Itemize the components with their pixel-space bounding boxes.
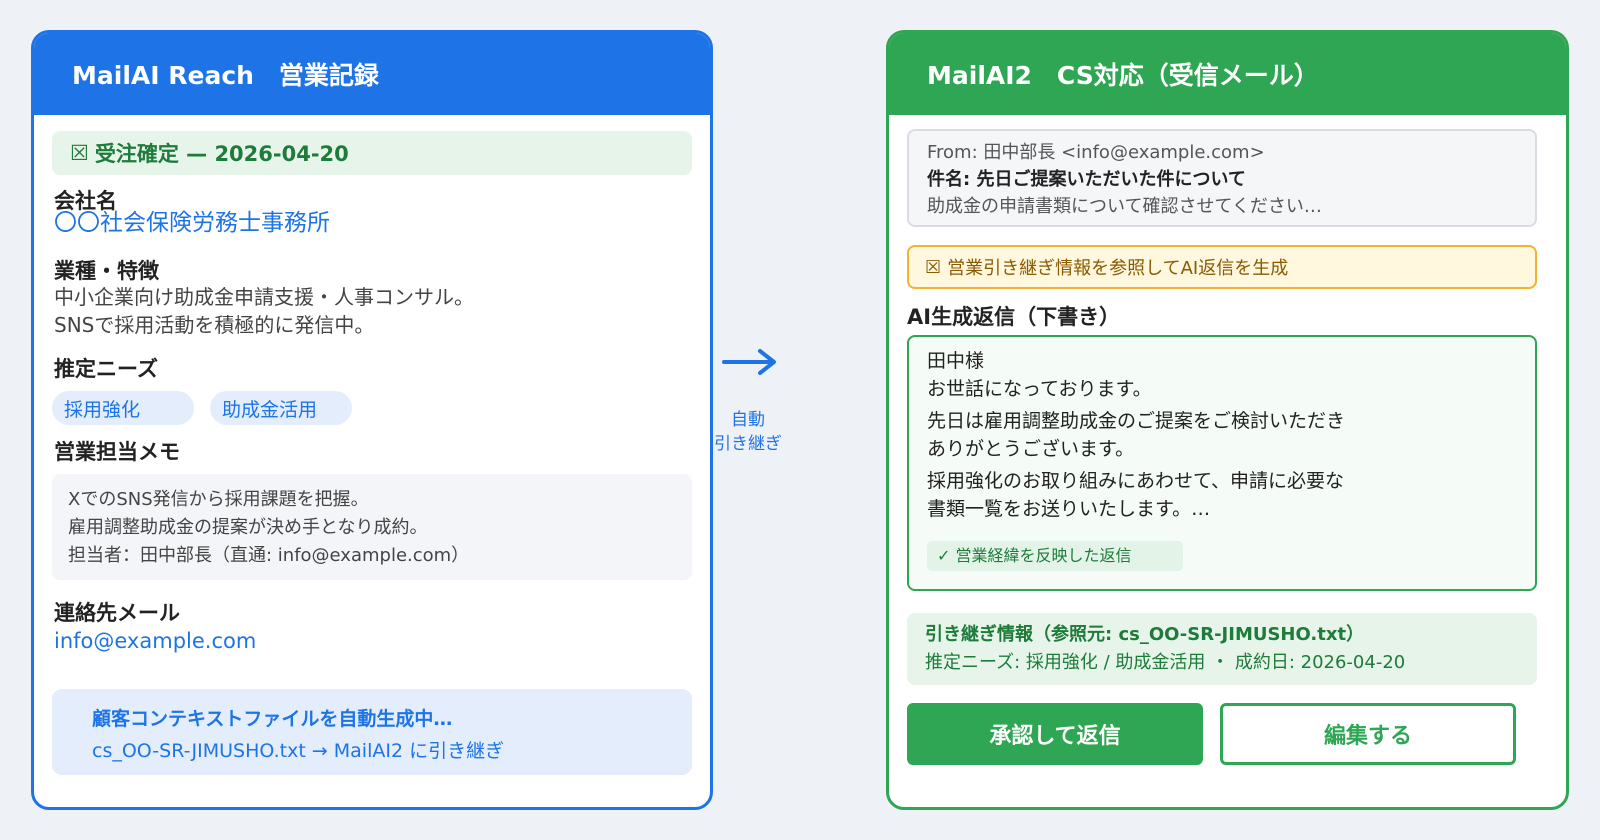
memo-line: XでのSNS発信から採用課題を把握。 (68, 489, 369, 510)
handoff-detail: 推定ニーズ: 採用強化 / 助成金活用 ・ 成約日: 2026-04-20 (925, 652, 1406, 673)
auto-handoff-line-1: 自動 (731, 410, 765, 430)
edit-button[interactable]: 編集する (1220, 703, 1516, 765)
draft-line: 先日は雇用調整助成金のご提案をご検討いただき (927, 410, 1346, 432)
handoff-title: 引き継ぎ情報（参照元: cs_OO-SR-JIMUSHO.txt） (925, 624, 1365, 645)
cs-support-card: MailAI2 CS対応（受信メール） From: 田中部長 <info@exa… (886, 30, 1569, 810)
memo-label: 営業担当メモ (54, 440, 180, 464)
draft-line: 田中様 (927, 350, 985, 372)
order-status-text: 受注確定 — 2026-04-20 (94, 142, 349, 166)
context-reflected-badge: ✓ 営業経緯を反映した返信 (927, 541, 1183, 571)
memo-line: 担当者：田中部長（直通: info@example.com） (68, 545, 470, 566)
auto-handoff-line-2: 引き継ぎ (714, 434, 782, 454)
industry-line-2: SNSで採用活動を積極的に発信中。 (54, 313, 375, 337)
ai-reference-text: 営業引き継ぎ情報を参照してAI返信を生成 (947, 258, 1289, 279)
auto-handoff-label: 自動 引き継ぎ (705, 408, 791, 456)
draft-line: 書類一覧をお送りいたします。… (927, 498, 1211, 520)
generation-detail: cs_OO-SR-JIMUSHO.txt → MailAI2 に引き継ぎ (92, 740, 505, 762)
order-status-banner: ☒ 受注確定 — 2026-04-20 (52, 131, 692, 175)
context-file-generation: 顧客コンテキストファイルを自動生成中… cs_OO-SR-JIMUSHO.txt… (52, 689, 692, 775)
draft-line: お世話になっております。 (927, 378, 1152, 400)
needs-chip-recruiting: 採用強化 (52, 391, 194, 425)
sales-record-card: MailAI Reach 営業記録 ☒ 受注確定 — 2026-04-20 会社… (31, 30, 713, 810)
industry-label: 業種・特徴 (54, 259, 159, 283)
contact-email-label: 連絡先メール (54, 601, 180, 625)
incoming-mail[interactable]: From: 田中部長 <info@example.com> 件名: 先日ご提案い… (907, 129, 1537, 227)
draft-line: ありがとうございます。 (927, 438, 1135, 460)
needs-chip-subsidy: 助成金活用 (210, 391, 352, 425)
industry-line-1: 中小企業向け助成金申請支援・人事コンサル。 (54, 285, 474, 309)
ai-reference-banner: ☒ 営業引き継ぎ情報を参照してAI返信を生成 (907, 245, 1537, 289)
mail-preview: 助成金の申請書類について確認させてください… (927, 196, 1322, 217)
approve-reply-button[interactable]: 承認して返信 (907, 703, 1203, 765)
memo-line: 雇用調整助成金の提案が決め手となり成約。 (68, 517, 428, 538)
checkbox-icon: ☒ (70, 141, 89, 165)
cs-support-header: MailAI2 CS対応（受信メール） (889, 33, 1566, 115)
generation-status: 顧客コンテキストファイルを自動生成中… (92, 708, 453, 730)
company-name[interactable]: 〇〇社会保険労務士事務所 (54, 209, 330, 237)
right-arrow-icon (722, 349, 776, 375)
mail-from: From: 田中部長 <info@example.com> (927, 142, 1265, 163)
sales-record-header: MailAI Reach 営業記録 (34, 33, 710, 115)
checkbox-icon: ☒ (925, 256, 942, 278)
handoff-info: 引き継ぎ情報（参照元: cs_OO-SR-JIMUSHO.txt） 推定ニーズ:… (907, 613, 1537, 685)
contact-email-link[interactable]: info@example.com (54, 627, 256, 655)
ai-draft-reply[interactable]: 田中様 お世話になっております。 先日は雇用調整助成金のご提案をご検討いただき … (907, 335, 1537, 591)
mail-subject: 件名: 先日ご提案いただいた件について (927, 169, 1246, 190)
sales-memo: XでのSNS発信から採用課題を把握。 雇用調整助成金の提案が決め手となり成約。 … (52, 474, 692, 580)
draft-line: 採用強化のお取り組みにあわせて、申請に必要な (927, 470, 1345, 492)
draft-title: AI生成返信（下書き） (907, 305, 1121, 329)
needs-label: 推定ニーズ (54, 357, 158, 381)
